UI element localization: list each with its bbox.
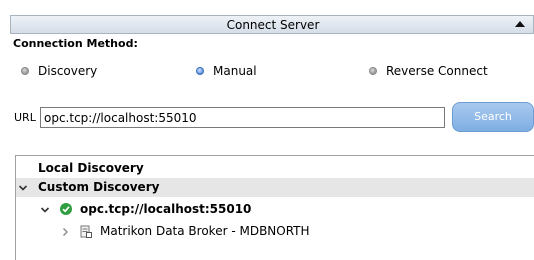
radio-reverse-connect[interactable]: Reverse Connect — [369, 64, 488, 78]
chevron-down-icon[interactable] — [40, 205, 50, 215]
radio-label: Discovery — [38, 64, 98, 78]
tree-item-data-broker[interactable]: Matrikon Data Broker - MDBNORTH — [16, 222, 534, 241]
tree-item-label: opc.tcp://localhost:55010 — [80, 202, 252, 216]
connect-server-panel: Connect Server Connection Method: Discov… — [0, 0, 534, 260]
url-input[interactable] — [40, 107, 445, 128]
radio-label: Manual — [213, 64, 257, 78]
discovery-tree: Local Discovery Custom Discovery opc.tcp… — [15, 155, 534, 260]
url-label: URL — [14, 111, 36, 124]
radio-manual[interactable]: Manual — [196, 64, 257, 78]
tree-item-server-endpoint[interactable]: opc.tcp://localhost:55010 — [16, 200, 534, 219]
connection-method-label: Connection Method: — [13, 37, 138, 50]
tree-item-label: Matrikon Data Broker - MDBNORTH — [100, 224, 310, 238]
radio-button-icon[interactable] — [369, 67, 377, 75]
server-icon — [80, 225, 92, 238]
tree-item-custom-discovery[interactable]: Custom Discovery — [16, 178, 534, 197]
radio-label: Reverse Connect — [386, 64, 488, 78]
panel-header[interactable]: Connect Server — [10, 15, 534, 34]
check-circle-icon — [60, 203, 72, 215]
radio-discovery[interactable]: Discovery — [21, 64, 97, 78]
radio-button-icon[interactable] — [21, 67, 29, 75]
tree-item-local-discovery[interactable]: Local Discovery — [16, 159, 534, 178]
radio-button-selected-icon[interactable] — [196, 67, 204, 75]
chevron-down-icon[interactable] — [18, 183, 28, 193]
tree-item-label: Local Discovery — [38, 161, 144, 175]
chevron-right-icon[interactable] — [60, 227, 70, 237]
search-button[interactable]: Search — [452, 102, 534, 132]
triangle-up-icon[interactable] — [515, 21, 525, 27]
tree-item-label: Custom Discovery — [38, 180, 160, 194]
panel-title: Connect Server — [226, 18, 320, 32]
